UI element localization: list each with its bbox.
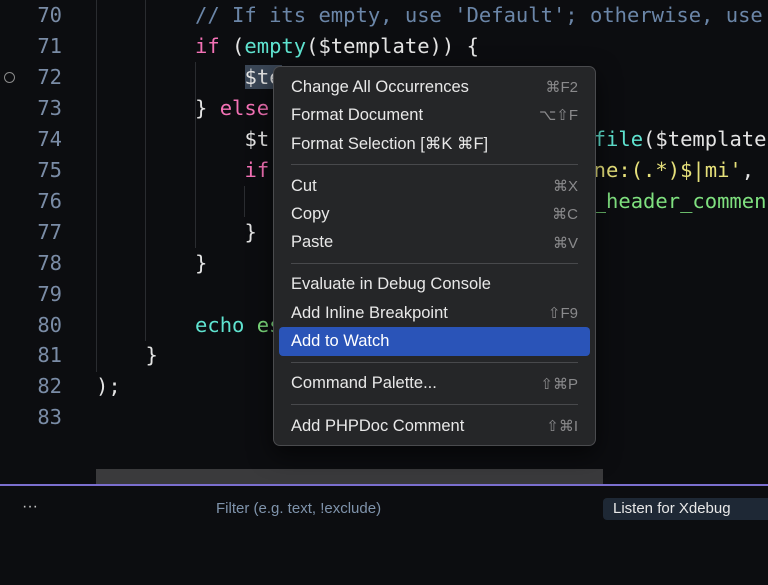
menu-item-label: Change All Occurrences — [291, 77, 469, 96]
menu-item-label: Cut — [291, 176, 317, 195]
code-token: } — [145, 343, 158, 368]
menu-item-label: Add PHPDoc Comment — [291, 416, 465, 435]
line-number: 80 — [37, 312, 62, 337]
code-text: } — [146, 340, 158, 371]
shortcut-label: ⌥⇧F — [538, 107, 578, 125]
line-number: 81 — [37, 343, 62, 368]
menu-item-add-inline-breakpoint[interactable]: Add Inline Breakpoint ⇧F9 — [279, 299, 590, 327]
code-token: _header_commen — [593, 188, 767, 213]
shortcut-label: ⌘X — [552, 178, 578, 196]
menu-item-label: Copy — [291, 204, 330, 223]
menu-separator — [291, 361, 578, 363]
menu-separator — [291, 262, 578, 264]
code-text: file($template) — [594, 124, 768, 155]
code-token: if — [244, 157, 270, 182]
menu-item-label: Format Selection [⌘K ⌘F] — [291, 134, 489, 153]
code-text: _header_commen — [594, 186, 767, 217]
code-token: if — [195, 33, 220, 58]
line-number: 74 — [37, 126, 62, 151]
shortcut-label: ⌘C — [552, 206, 578, 224]
menu-item-label: Paste — [291, 233, 334, 252]
horizontal-scrollbar[interactable] — [96, 469, 603, 485]
code-text: } else — [195, 93, 269, 124]
code-text: } — [245, 217, 257, 248]
code-text: echo es — [195, 310, 281, 341]
code-text: $t — [245, 124, 270, 155]
menu-item-cut[interactable]: Cut ⌘X — [279, 172, 590, 200]
code-token: ( — [219, 33, 245, 58]
line-number: 71 — [37, 33, 62, 58]
menu-item-label: Add Inline Breakpoint — [291, 303, 448, 322]
more-actions-icon[interactable]: ··· — [22, 498, 38, 516]
code-line[interactable]: 70 // If its empty, use 'Default'; otherw… — [0, 0, 768, 31]
menu-item-evaluate-in-debug-console[interactable]: Evaluate in Debug Console — [279, 271, 590, 299]
code-token: // If its empty, use 'Default'; otherwis… — [195, 3, 763, 27]
shortcut-label: ⌘V — [552, 234, 578, 252]
code-token: else — [219, 95, 270, 120]
menu-item-format-document[interactable]: Format Document ⌥⇧F — [279, 101, 590, 129]
code-token: $t — [244, 126, 270, 151]
code-text: } — [195, 248, 207, 279]
filter-input[interactable]: Filter (e.g. text, !exclude) — [216, 500, 381, 517]
code-token: } — [195, 95, 220, 120]
code-token: ($template)) { — [306, 33, 479, 58]
code-token: echo — [195, 312, 245, 337]
line-number: 83 — [37, 405, 62, 430]
menu-item-add-to-watch[interactable]: Add to Watch — [279, 327, 590, 356]
code-text: if — [245, 155, 270, 186]
line-number: 75 — [37, 157, 62, 182]
menu-item-command-palette[interactable]: Command Palette... ⇧⌘P — [279, 370, 590, 398]
shortcut-label: ⌘F2 — [545, 79, 578, 97]
code-token: empty — [244, 33, 307, 58]
line-number: 76 — [37, 188, 62, 213]
shortcut-label: ⇧F9 — [547, 305, 578, 323]
context-menu: Change All Occurrences ⌘F2 Format Document… — [273, 66, 596, 446]
code-token: } — [195, 250, 208, 275]
menu-item-label: Add to Watch — [291, 332, 390, 351]
menu-item-label: Format Document — [291, 105, 424, 124]
code-text: ); — [96, 371, 121, 402]
line-number: 70 — [37, 3, 62, 27]
line-number: 79 — [37, 281, 62, 306]
menu-separator — [291, 163, 578, 165]
code-text: if (empty($template)) { — [195, 31, 479, 62]
shortcut-label: ⇧⌘P — [540, 375, 578, 393]
code-token: , $ — [741, 157, 768, 182]
code-token: ne:(.*)$|mi' — [593, 157, 742, 182]
line-number: 73 — [37, 95, 62, 120]
code-token: file — [593, 126, 644, 151]
code-token: ($template) — [643, 126, 768, 151]
line-number: 82 — [37, 374, 62, 399]
debug-config-select[interactable]: Listen for Xdebug — [603, 498, 768, 520]
line-number: 78 — [37, 250, 62, 275]
menu-separator — [291, 403, 578, 405]
shortcut-label: ⇧⌘I — [546, 418, 578, 436]
line-number: 77 — [37, 219, 62, 244]
menu-item-paste[interactable]: Paste ⌘V — [279, 228, 590, 256]
line-number: 72 — [37, 64, 62, 89]
menu-item-label: Command Palette... — [291, 374, 437, 393]
menu-item-add-phpdoc-comment[interactable]: Add PHPDoc Comment ⇧⌘I — [279, 412, 590, 440]
code-token: ); — [96, 374, 121, 399]
code-line[interactable]: 71 if (empty($template)) { — [0, 31, 768, 62]
menu-item-copy[interactable]: Copy ⌘C — [279, 200, 590, 228]
menu-item-format-selection-k-f[interactable]: Format Selection [⌘K ⌘F] — [279, 130, 590, 158]
menu-item-change-all-occurrences[interactable]: Change All Occurrences ⌘F2 — [279, 73, 590, 101]
menu-item-label: Evaluate in Debug Console — [291, 275, 491, 294]
debug-console-panel: ··· Filter (e.g. text, !exclude) Listen … — [0, 486, 768, 585]
code-token: } — [244, 219, 257, 244]
code-text: ne:(.*)$|mi', $ — [594, 155, 768, 186]
code-text: // If its empty, use 'Default'; otherwis… — [195, 0, 763, 31]
